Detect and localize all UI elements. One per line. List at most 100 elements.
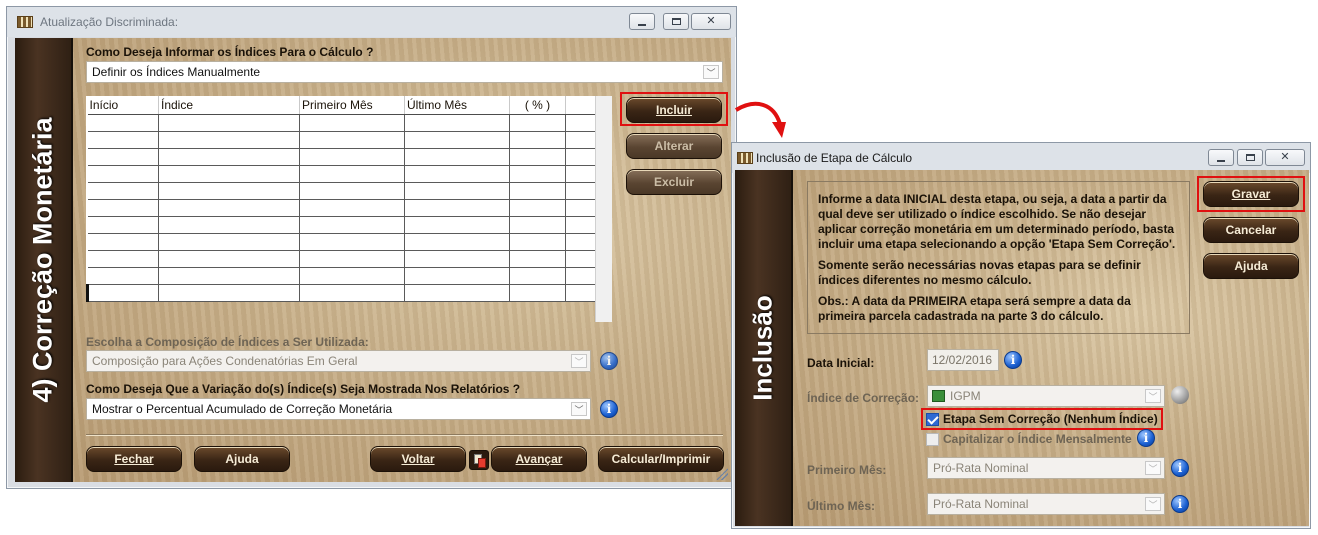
cancelar-button[interactable]: Cancelar [1203, 217, 1299, 243]
indices-mode-select[interactable]: Definir os Índices Manualmente ﹀ [86, 61, 723, 83]
indices-table[interactable]: Início Índice Primeiro Mês Último Mês ( … [86, 96, 597, 302]
window-title: Inclusão de Etapa de Cálculo [756, 151, 913, 165]
column-header-percent[interactable]: ( % ) [509, 96, 566, 115]
info-icon[interactable]: i [1171, 459, 1189, 477]
maximize-button[interactable] [1237, 149, 1263, 166]
capitalizar-checkbox[interactable] [926, 433, 939, 446]
capitalizar-label: Capitalizar o Índice Mensalmente [943, 432, 1132, 446]
separator [86, 434, 723, 436]
chevron-down-icon[interactable]: ﹀ [1145, 389, 1161, 403]
variacao-select[interactable]: Mostrar o Percentual Acumulado de Correç… [86, 398, 591, 420]
title-bar[interactable]: Atualização Discriminada: ✕ [7, 7, 736, 37]
indice-correcao-select[interactable]: IGPM ﹀ [927, 385, 1165, 407]
table-row[interactable] [86, 284, 597, 302]
window-body: Inclusão Informe a data INICIAL desta et… [735, 170, 1309, 526]
minimize-icon [1217, 159, 1225, 162]
window-body: 4) Correção Monetária Como Deseja Inform… [15, 38, 731, 482]
composicao-value: Composição para Ações Condenatórias Em G… [92, 354, 358, 368]
maximize-button[interactable] [663, 13, 689, 30]
minimize-button[interactable] [1208, 149, 1234, 166]
incluir-button[interactable]: Incluir [626, 97, 722, 123]
data-inicial-input[interactable]: 12/02/2016 [927, 349, 999, 371]
close-button[interactable]: ✕ [1265, 149, 1305, 166]
table-row[interactable] [87, 131, 597, 149]
side-banner-title: 4) Correção Monetária [27, 117, 58, 403]
composicao-label: Escolha a Composição de Índices a Ser Ut… [86, 335, 369, 349]
table-row[interactable] [87, 216, 597, 234]
title-bar[interactable]: Inclusão de Etapa de Cálculo ✕ [732, 143, 1310, 173]
table-row[interactable] [87, 267, 597, 285]
chevron-down-icon[interactable]: ﹀ [1145, 461, 1161, 475]
side-banner: Inclusão [735, 170, 793, 526]
table-row[interactable] [87, 250, 597, 268]
alterar-button[interactable]: Alterar [626, 133, 722, 159]
etapa-sem-correcao-label: Etapa Sem Correção (Nenhum Índice) [943, 412, 1158, 426]
table-row[interactable] [87, 114, 597, 132]
table-row[interactable] [87, 233, 597, 251]
close-icon: ✕ [1280, 151, 1290, 163]
voltar-button[interactable]: Voltar [370, 446, 466, 472]
info-icon[interactable]: i [1171, 495, 1189, 513]
close-button[interactable]: ✕ [691, 13, 731, 30]
primeiro-mes-label: Primeiro Mês: [807, 463, 887, 477]
table-row[interactable] [87, 182, 597, 200]
window-atualizacao-discriminada: Atualização Discriminada: ✕ 4) Correção … [6, 6, 737, 489]
table-row[interactable] [87, 165, 597, 183]
primeiro-mes-value: Pró-Rata Nominal [933, 461, 1029, 475]
copy-icon[interactable] [469, 450, 489, 470]
app-icon [737, 152, 753, 164]
instructions-paragraph-1: Informe a data INICIAL desta etapa, ou s… [818, 192, 1176, 251]
app-icon [17, 16, 33, 28]
avancar-button[interactable]: Avançar [491, 446, 587, 472]
instructions-paragraph-2: Somente serão necessárias novas etapas p… [818, 258, 1141, 287]
table-row[interactable] [87, 199, 597, 217]
data-inicial-label: Data Inicial: [807, 356, 875, 370]
etapa-sem-correcao-checkbox[interactable] [926, 413, 939, 426]
ajuda-button[interactable]: Ajuda [194, 446, 290, 472]
calcular-imprimir-button[interactable]: Calcular/Imprimir [598, 446, 724, 472]
composicao-select[interactable]: Composição para Ações Condenatórias Em G… [86, 350, 591, 372]
ultimo-mes-select[interactable]: Pró-Rata Nominal ﹀ [927, 493, 1165, 515]
ultimo-mes-value: Pró-Rata Nominal [933, 497, 1029, 511]
chevron-down-icon[interactable]: ﹀ [571, 354, 587, 368]
close-icon: ✕ [706, 15, 716, 27]
variacao-label: Como Deseja Que a Variação do(s) Índice(… [86, 382, 521, 396]
side-banner: 4) Correção Monetária [15, 38, 73, 482]
settings-icon[interactable] [1171, 386, 1189, 404]
info-icon[interactable]: i [1004, 351, 1022, 369]
table-vertical-scrollbar[interactable] [595, 96, 612, 322]
table-row[interactable] [87, 148, 597, 166]
indice-correcao-value: IGPM [950, 389, 981, 403]
maximize-icon [1245, 154, 1255, 161]
minimize-button[interactable] [629, 13, 655, 30]
window-inclusao-etapa: Inclusão de Etapa de Cálculo ✕ Inclusão … [731, 142, 1311, 529]
chevron-down-icon[interactable]: ﹀ [1145, 497, 1161, 511]
excluir-button[interactable]: Excluir [626, 169, 722, 195]
chart-icon [932, 390, 945, 402]
column-header-indice[interactable]: Índice [158, 96, 300, 115]
gravar-button[interactable]: Gravar [1203, 181, 1299, 207]
table-header-row: Início Índice Primeiro Mês Último Mês ( … [87, 96, 597, 115]
column-header-inicio[interactable]: Início [87, 96, 159, 115]
fechar-button[interactable]: Fechar [86, 446, 182, 472]
column-header-primeiro-mes[interactable]: Primeiro Mês [299, 96, 405, 115]
question-indices-label: Como Deseja Informar os Índices Para o C… [86, 45, 374, 59]
chevron-down-icon[interactable]: ﹀ [571, 402, 587, 416]
resize-grip-icon[interactable] [716, 468, 728, 480]
info-icon[interactable]: i [600, 400, 618, 418]
ajuda-button[interactable]: Ajuda [1203, 253, 1299, 279]
indice-correcao-label: Índice de Correção: [807, 391, 920, 405]
instructions-box: Informe a data INICIAL desta etapa, ou s… [807, 181, 1190, 334]
indices-mode-value: Definir os Índices Manualmente [92, 65, 261, 79]
chevron-down-icon[interactable]: ﹀ [703, 65, 719, 79]
info-icon[interactable]: i [1137, 429, 1155, 447]
side-banner-title: Inclusão [747, 295, 778, 401]
curved-arrow-icon [734, 101, 786, 138]
maximize-icon [671, 18, 681, 25]
primeiro-mes-select[interactable]: Pró-Rata Nominal ﹀ [927, 457, 1165, 479]
minimize-icon [638, 23, 646, 26]
instructions-paragraph-3: Obs.: A data da PRIMEIRA etapa será semp… [818, 294, 1131, 323]
column-header-extra[interactable] [565, 96, 597, 115]
column-header-ultimo-mes[interactable]: Último Mês [404, 96, 510, 115]
info-icon[interactable]: i [600, 352, 618, 370]
